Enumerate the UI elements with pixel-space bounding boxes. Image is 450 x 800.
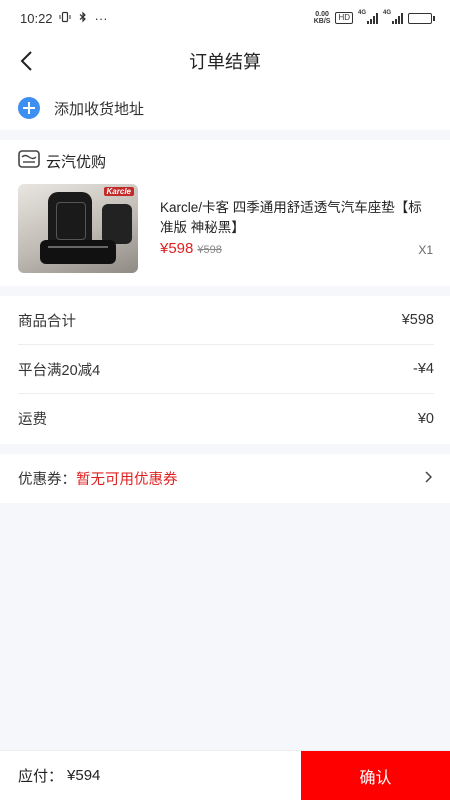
hd-badge: HD [335,12,353,24]
plus-icon [18,97,40,119]
status-time: 10:22 [20,10,53,26]
goods-total-label: 商品合计 [18,313,76,330]
status-more: ··· [94,10,108,26]
amount-due: 应付： ¥594 [0,751,301,800]
shipping-label: 运费 [18,412,47,428]
coupon-row[interactable]: 优惠券： 暂无可用优惠券 [0,454,450,503]
brand-tag: Karcle [103,187,134,196]
back-button[interactable] [14,48,40,74]
amount-due-label: 应付： [18,768,64,785]
product-price: ¥598 [160,240,194,257]
shop-header: 云汽优购 [18,150,106,173]
bottom-bar: 应付： ¥594 确认 [0,750,450,800]
net-speed: 0.00 KB/S [313,11,331,25]
nav-bar: 订单结算 [0,36,450,86]
shop-card: 云汽优购 Karcle Karcle/卡客 四季通用舒适透气汽车座垫【标准版 神… [0,140,450,286]
status-left: 10:22 ··· [20,11,108,26]
battery-icon [408,12,435,24]
order-summary: 商品合计 ¥598 平台满20减4 -¥4 运费 ¥0 [0,296,450,444]
signal-icon: 4G [383,10,403,24]
shop-icon [18,150,40,173]
coupon-label: 优惠券： [18,472,76,488]
shipping-row: 运费 ¥0 [18,394,434,443]
product-quantity: X1 [418,243,433,257]
price-row: ¥598 ¥598 [160,240,222,257]
confirm-button[interactable]: 确认 [301,751,450,800]
shipping-value: ¥0 [417,410,434,427]
discount-label: 平台满20减4 [18,362,101,379]
goods-total-value: ¥598 [401,312,434,328]
add-address-label: 添加收货地址 [54,100,145,118]
product-title[interactable]: Karcle/卡客 四季通用舒适透气汽车座垫【标准版 神秘黑】 [160,198,435,238]
shop-name: 云汽优购 [46,154,107,171]
chevron-right-icon [424,470,433,487]
product-image[interactable]: Karcle [18,184,138,273]
original-price: ¥598 [197,244,222,256]
back-arrow-icon [20,51,32,71]
discount-row: 平台满20减4 -¥4 [18,345,434,394]
status-right: 0.00 KB/S HD 4G 4G [313,10,435,25]
vibrate-icon [59,11,71,26]
discount-value: -¥4 [413,361,434,377]
coupon-value: 暂无可用优惠券 [76,472,178,488]
signal-icon: 4G [358,10,378,24]
page-title: 订单结算 [189,52,261,72]
status-bar: 10:22 ··· 0.00 KB/S HD 4G 4G [0,0,450,36]
bluetooth-icon [77,11,89,26]
add-address-row[interactable]: 添加收货地址 [0,86,450,130]
goods-total-row: 商品合计 ¥598 [18,296,434,345]
amount-due-value: ¥594 [67,767,101,784]
